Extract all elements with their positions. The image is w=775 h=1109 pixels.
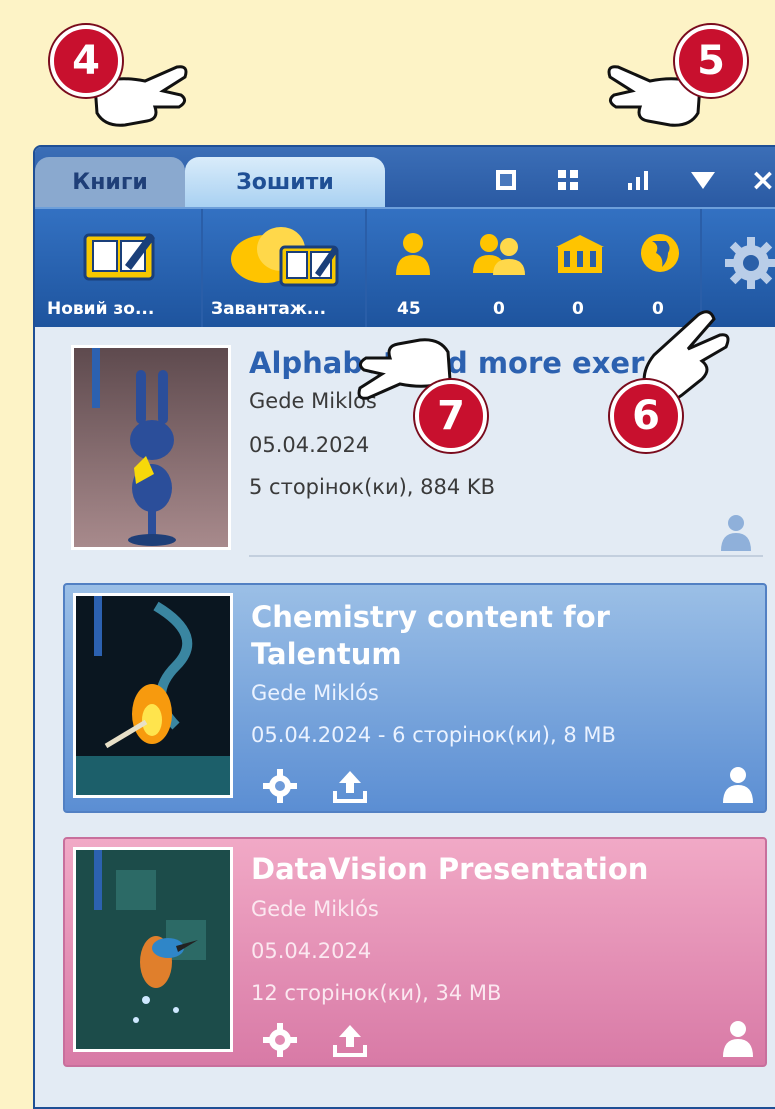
new-notebook-label: Новий зо... [47, 299, 155, 319]
callout-badge-6: 6 [610, 380, 682, 452]
share-private-icon[interactable] [721, 765, 755, 805]
dropdown-arrow-icon[interactable] [680, 160, 726, 200]
new-notebook-icon [83, 233, 155, 281]
private-counter[interactable]: 45 [375, 209, 447, 327]
gear-icon[interactable] [261, 1021, 299, 1059]
share-private-icon[interactable] [721, 1019, 755, 1059]
callout-badge-7: 7 [415, 380, 487, 452]
card-divider [249, 555, 763, 557]
notebook-info: 5 сторінок(ки), 884 KB [249, 475, 496, 499]
group-count: 0 [493, 299, 505, 319]
tab-bar: Книги Зошити × [35, 147, 775, 207]
notebook-date: 05.04.2024 [249, 433, 370, 457]
toolbar-divider [365, 209, 367, 327]
notebook-author: Gede Miklós [251, 681, 379, 705]
gear-icon [725, 237, 775, 289]
notebook-date-info: 05.04.2024 - 6 сторінок(ки), 8 MB [251, 723, 616, 747]
notebook-thumbnail [71, 345, 231, 550]
notebook-thumbnail [73, 847, 233, 1052]
callout-badge-5: 5 [675, 25, 747, 97]
globe-icon [641, 234, 679, 272]
grid-view-icon[interactable] [545, 160, 591, 200]
single-user-icon [396, 233, 430, 275]
tab-notebooks[interactable]: Зошити [185, 157, 385, 207]
notebook-panel: Книги Зошити × Новий зо... Завантаж... 4… [33, 145, 775, 1109]
download-button[interactable]: Завантаж... [203, 209, 365, 327]
group-users-icon [473, 234, 525, 275]
notebook-card[interactable]: DataVision Presentation Gede Miklós 05.0… [63, 837, 767, 1067]
school-icon [556, 235, 604, 273]
upload-icon[interactable] [331, 1021, 369, 1059]
download-label: Завантаж... [211, 299, 327, 319]
notebook-card[interactable]: Chemistry content for Talentum Gede Mikl… [63, 583, 767, 813]
notebook-title: Chemistry content for Talentum [251, 600, 610, 671]
new-notebook-button[interactable]: Новий зо... [35, 209, 201, 327]
school-count: 0 [572, 299, 584, 319]
notebook-info: 12 сторінок(ки), 34 MB [251, 981, 502, 1005]
group-counter[interactable]: 0 [455, 209, 545, 327]
share-private-icon[interactable] [719, 513, 753, 553]
tab-books[interactable]: Книги [35, 157, 185, 207]
school-counter[interactable]: 0 [540, 209, 620, 327]
notebook-title: DataVision Presentation [251, 852, 649, 886]
notebook-date: 05.04.2024 [251, 939, 372, 963]
notebook-thumbnail [73, 593, 233, 798]
upload-icon[interactable] [331, 767, 369, 805]
close-icon[interactable]: × [740, 160, 775, 200]
notebook-author: Gede Miklós [251, 897, 379, 921]
cloud-notebook-icon [231, 227, 339, 287]
single-view-icon[interactable] [483, 160, 529, 200]
signal-bars-icon[interactable] [615, 160, 661, 200]
private-count: 45 [397, 299, 421, 319]
callout-badge-4: 4 [50, 25, 122, 97]
gear-icon[interactable] [261, 767, 299, 805]
